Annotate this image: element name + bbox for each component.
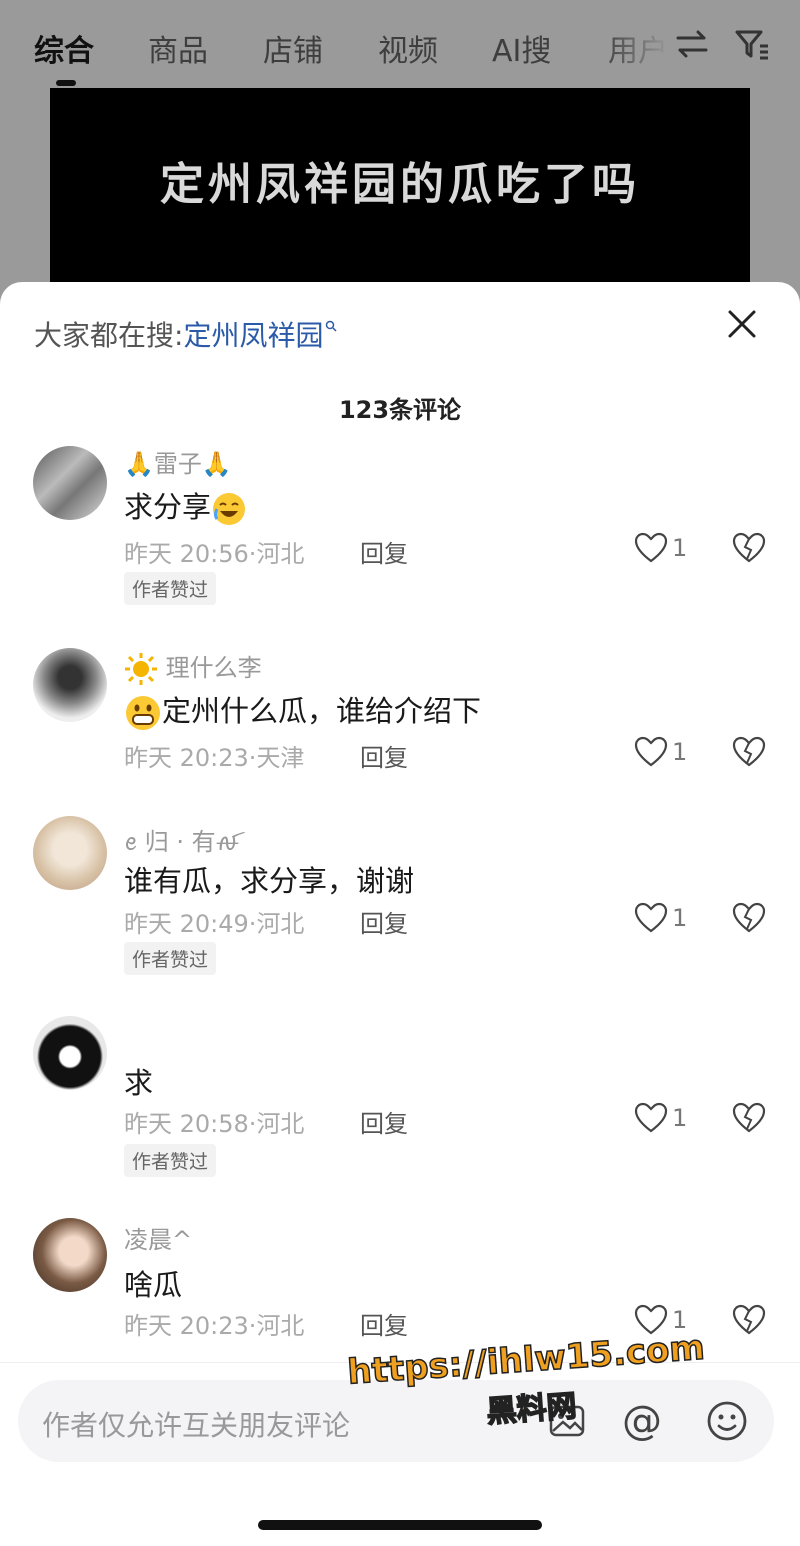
search-icon — [326, 320, 337, 332]
comment-username[interactable]: 🙏雷子🙏 — [124, 444, 232, 479]
heart-icon[interactable] — [634, 1304, 668, 1336]
image-icon[interactable] — [548, 1402, 586, 1440]
tab-products[interactable]: 商品 — [148, 26, 208, 70]
heart-icon[interactable] — [634, 902, 668, 934]
mention-icon[interactable]: @ — [622, 1400, 662, 1442]
comment-text: 定州什么瓜，谁给介绍下 — [124, 688, 481, 732]
reply-button[interactable]: 回复 — [360, 1104, 408, 1139]
emoji-icon[interactable] — [706, 1400, 748, 1442]
like-count: 1 — [672, 1306, 688, 1334]
comment-text: 啥瓜 — [124, 1268, 183, 1302]
comment-sheet: 大家都在搜:定州凤祥园 123条评论 🙏雷子🙏 求分享 昨天 20:56·河北 … — [0, 282, 800, 1546]
close-icon[interactable] — [722, 304, 762, 344]
broken-heart-icon[interactable] — [732, 532, 766, 564]
reply-button[interactable]: 回复 — [360, 1306, 408, 1341]
grin-emoji-icon — [126, 696, 160, 730]
heart-icon[interactable] — [634, 1102, 668, 1134]
like-count: 1 — [672, 738, 688, 766]
broken-heart-icon[interactable] — [732, 1304, 766, 1336]
author-liked-badge: 作者赞过 — [124, 942, 217, 975]
tab-all[interactable]: 综合 — [34, 26, 94, 70]
reply-button[interactable]: 回复 — [360, 904, 408, 939]
tab-ai-search[interactable]: AI搜 — [492, 26, 551, 70]
comment-username[interactable]: 凌晨^ — [124, 1220, 192, 1255]
hot-search-keyword[interactable]: 定州凤祥园 — [183, 319, 323, 352]
hot-search-prefix: 大家都在搜: — [34, 319, 184, 352]
comment-count: 123条评论 — [338, 396, 462, 424]
avatar[interactable] — [33, 648, 107, 722]
switch-icon[interactable] — [674, 26, 710, 62]
comment-text: 求 — [124, 1066, 154, 1100]
broken-heart-icon[interactable] — [732, 1102, 766, 1134]
comment-text: 求分享 — [124, 484, 247, 527]
comment-meta: 昨天 20:58·河北 — [124, 1110, 305, 1138]
broken-heart-icon[interactable] — [732, 736, 766, 768]
tab-fade — [600, 0, 670, 88]
video-cover[interactable]: 定州凤祥园的瓜吃了吗 — [50, 88, 750, 288]
avatar[interactable] — [33, 446, 107, 520]
avatar[interactable] — [33, 1016, 107, 1090]
divider — [0, 1362, 800, 1363]
tab-stores[interactable]: 店铺 — [263, 26, 323, 70]
search-tabs: 综合 商品 店铺 视频 AI搜 用户 — [0, 0, 800, 88]
video-title: 定州凤祥园的瓜吃了吗 — [160, 159, 640, 210]
reply-button[interactable]: 回复 — [360, 534, 408, 569]
tab-videos[interactable]: 视频 — [378, 26, 438, 70]
avatar[interactable] — [33, 1218, 107, 1292]
comment-input-placeholder: 作者仅允许互关朋友评论 — [42, 1409, 351, 1442]
comment-meta: 昨天 20:23·河北 — [124, 1312, 305, 1340]
hot-search[interactable]: 大家都在搜:定州凤祥园 — [34, 314, 337, 354]
reply-button[interactable]: 回复 — [360, 738, 408, 773]
comment-meta: 昨天 20:49·河北 — [124, 910, 305, 938]
heart-icon[interactable] — [634, 532, 668, 564]
like-count: 1 — [672, 534, 688, 562]
comment-input[interactable]: 作者仅允许互关朋友评论 @ — [18, 1380, 774, 1462]
comment-meta: 昨天 20:56·河北 — [124, 540, 305, 568]
filter-icon[interactable] — [734, 26, 770, 62]
active-tab-indicator — [56, 80, 76, 86]
avatar[interactable] — [33, 816, 107, 890]
comment-username[interactable]: 理什么李 — [124, 648, 262, 686]
sun-emoji-icon — [125, 653, 157, 685]
like-count: 1 — [672, 904, 688, 932]
heart-icon[interactable] — [634, 736, 668, 768]
broken-heart-icon[interactable] — [732, 902, 766, 934]
author-liked-badge: 作者赞过 — [124, 572, 217, 605]
author-liked-badge: 作者赞过 — [124, 1144, 217, 1177]
laughing-emoji-icon — [213, 493, 246, 525]
comment-meta: 昨天 20:23·天津 — [124, 744, 305, 772]
like-count: 1 — [672, 1104, 688, 1132]
home-indicator — [258, 1520, 542, 1530]
comment-text: 谁有瓜，求分享，谢谢 — [124, 864, 415, 898]
